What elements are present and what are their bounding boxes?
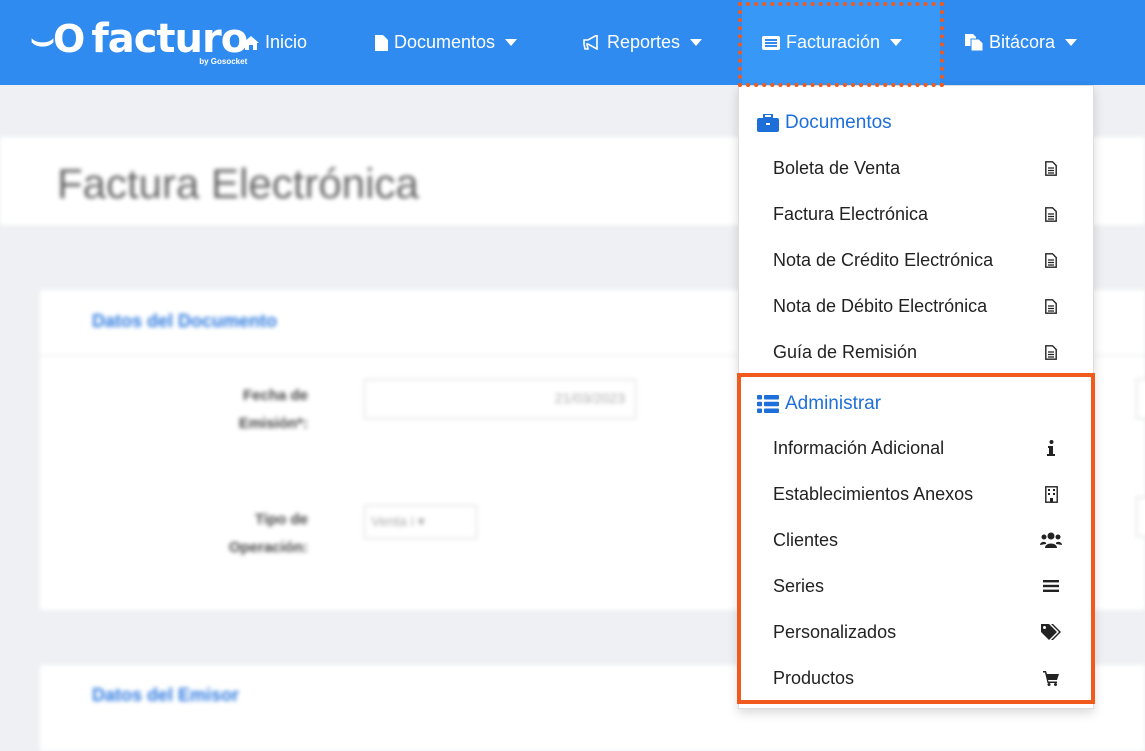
logo-text: facturo xyxy=(91,16,248,62)
fecha-emision-input[interactable]: 21/03/2023 xyxy=(364,379,636,419)
dropdown-item-nota-credito[interactable]: Nota de Crédito Electrónica xyxy=(773,240,1063,280)
top-navbar: ⌣O facturo by Gosocket Inicio Documentos… xyxy=(0,0,1145,85)
dropdown-item-personalizados[interactable]: Personalizados xyxy=(773,612,1063,652)
section-title-documento: Datos del Documento xyxy=(92,311,278,331)
dropdown-item-clientes[interactable]: Clientes xyxy=(773,520,1063,560)
users-icon xyxy=(1039,532,1063,548)
logo-subtext: by Gosocket xyxy=(199,57,248,66)
nav-reportes[interactable]: Reportes xyxy=(583,0,703,85)
tags-icon xyxy=(1039,624,1063,640)
dropdown-header-administrar: Administrar xyxy=(757,393,881,415)
dropdown-item-boleta-venta[interactable]: Boleta de Venta xyxy=(773,148,1063,188)
dropdown-item-productos[interactable]: Productos xyxy=(773,658,1063,698)
list-alt-icon xyxy=(762,35,780,50)
file-text-icon xyxy=(1039,160,1063,176)
nav-bitacora[interactable]: Bitácora xyxy=(965,0,1078,85)
dropdown-item-series[interactable]: Series xyxy=(773,566,1063,606)
file-text-icon xyxy=(1039,344,1063,360)
copy-icon xyxy=(965,34,983,51)
dropdown-item-establecimientos-anexos[interactable]: Establecimientos Anexos xyxy=(773,474,1063,514)
chevron-down-icon xyxy=(690,39,703,46)
nav-facturacion[interactable]: Facturación xyxy=(742,0,940,85)
nav-inicio[interactable]: Inicio xyxy=(243,0,307,85)
building-icon xyxy=(1039,485,1063,503)
dropdown-item-informacion-adicional[interactable]: Información Adicional xyxy=(773,428,1063,468)
nav-documentos[interactable]: Documentos xyxy=(375,0,518,85)
bars-icon xyxy=(1039,579,1063,593)
file-text-icon xyxy=(1039,252,1063,268)
right-input-edge[interactable] xyxy=(1136,497,1145,537)
chevron-down-icon xyxy=(1065,39,1078,46)
bullhorn-icon xyxy=(583,35,598,50)
right-input-edge[interactable] xyxy=(1136,379,1145,419)
chevron-down-icon xyxy=(505,39,518,46)
list-icon xyxy=(757,395,779,413)
nav-facturacion-label: Facturación xyxy=(786,32,881,52)
page-title: Factura Electrónica xyxy=(57,160,419,207)
file-icon xyxy=(375,34,388,51)
file-text-icon xyxy=(1039,298,1063,314)
facturacion-dropdown-menu: Documentos Boleta de Venta Factura Elect… xyxy=(738,85,1094,709)
logo-mark-icon: ⌣O xyxy=(30,17,85,61)
tipo-operacion-select[interactable]: Venta i ▾ xyxy=(364,505,477,539)
dropdown-item-factura-electronica[interactable]: Factura Electrónica xyxy=(773,194,1063,234)
chevron-down-icon xyxy=(890,39,903,46)
nav-inicio-label: Inicio xyxy=(265,32,308,52)
briefcase-icon xyxy=(757,114,779,132)
facturo-logo[interactable]: ⌣O facturo by Gosocket xyxy=(30,17,248,66)
fecha-emision-label: Fecha de Emisión*: xyxy=(238,387,308,432)
info-icon xyxy=(1039,440,1063,456)
dropdown-header-documentos: Documentos xyxy=(757,112,892,134)
tipo-operacion-label: Tipo de Operación: xyxy=(228,511,308,556)
home-icon xyxy=(243,35,259,50)
file-text-icon xyxy=(1039,206,1063,222)
section-title-emisor: Datos del Emisor xyxy=(92,685,240,705)
nav-documentos-label: Documentos xyxy=(394,32,496,52)
dropdown-item-guia-remision[interactable]: Guía de Remisión xyxy=(773,332,1063,372)
cart-icon xyxy=(1039,670,1063,686)
nav-bitacora-label: Bitácora xyxy=(989,32,1056,52)
nav-reportes-label: Reportes xyxy=(607,32,681,52)
dropdown-item-nota-debito[interactable]: Nota de Débito Electrónica xyxy=(773,286,1063,326)
